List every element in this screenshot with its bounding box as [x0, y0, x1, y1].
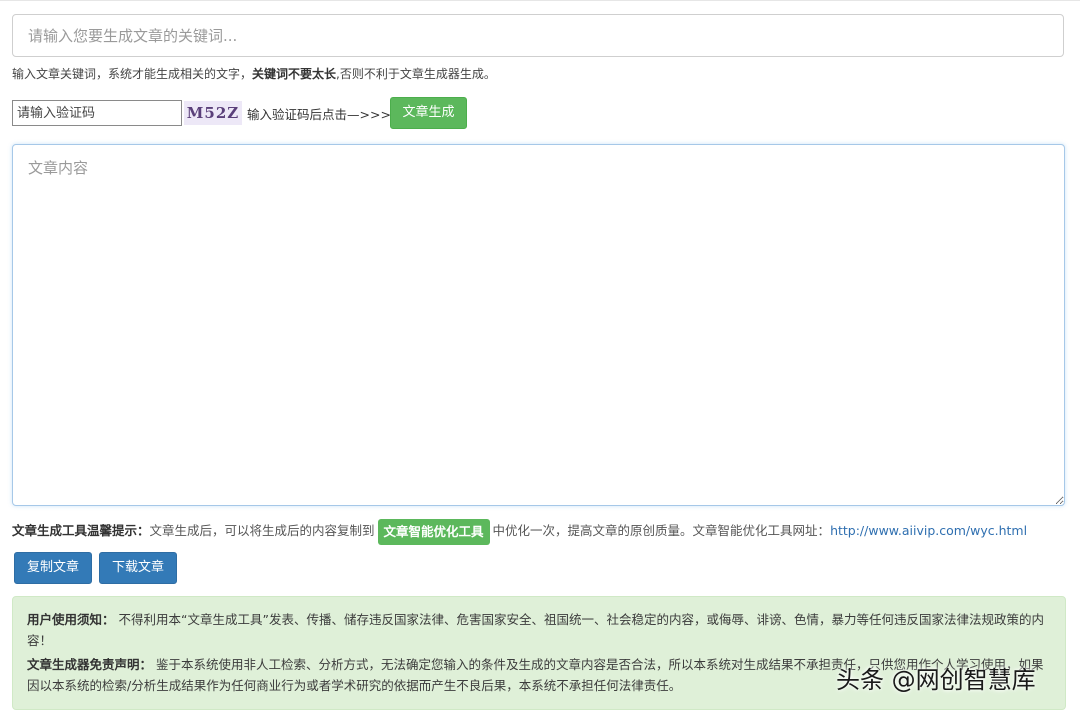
watermark: 头条 @网创智慧库	[836, 666, 1036, 694]
tip-text-2: 中优化一次，提高文章的原创质量。文章智能优化工具网址：	[492, 523, 831, 538]
usage-notice: 用户使用须知： 不得利用本“文章生成工具”发表、传播、储存违反国家法律、危害国家…	[27, 609, 1051, 651]
optimize-tool-badge[interactable]: 文章智能优化工具	[377, 518, 490, 545]
tip-title: 文章生成工具温馨提示：	[12, 523, 150, 538]
keyword-input[interactable]	[12, 14, 1064, 57]
disclaimer-title: 文章生成器免责声明：	[27, 657, 153, 672]
captcha-image[interactable]: M52Z	[184, 101, 242, 125]
usage-notice-title: 用户使用须知：	[27, 612, 115, 627]
keyword-hint: 输入文章关键词，系统才能生成相关的文字，关键词不要太长,否则不利于文章生成器生成…	[12, 65, 496, 82]
keyword-hint-suffix: ,否则不利于文章生成器生成。	[336, 67, 496, 81]
keyword-hint-prefix: 输入文章关键词，系统才能生成相关的文字，	[12, 67, 253, 81]
tip-line: 文章生成工具温馨提示：文章生成后，可以将生成后的内容复制到 文章智能优化工具 中优化…	[12, 517, 1027, 545]
tip-text-1: 文章生成后，可以将生成后的内容复制到	[149, 523, 375, 538]
usage-notice-text: 不得利用本“文章生成工具”发表、传播、储存违反国家法律、危害国家安全、祖国统一、…	[27, 612, 1044, 648]
download-article-button[interactable]: 下载文章	[99, 552, 177, 584]
article-content-textarea[interactable]	[12, 144, 1065, 506]
generate-article-button[interactable]: 文章生成	[390, 97, 467, 129]
captcha-hint: 输入验证码后点击—>>>	[247, 107, 391, 122]
keyword-hint-bold: 关键词不要太长	[252, 67, 337, 81]
top-divider	[0, 0, 1080, 1]
captcha-input[interactable]	[12, 100, 182, 126]
optimize-tool-link[interactable]: http://www.aiivip.com/wyc.html	[830, 523, 1027, 538]
copy-article-button[interactable]: 复制文章	[14, 552, 92, 584]
